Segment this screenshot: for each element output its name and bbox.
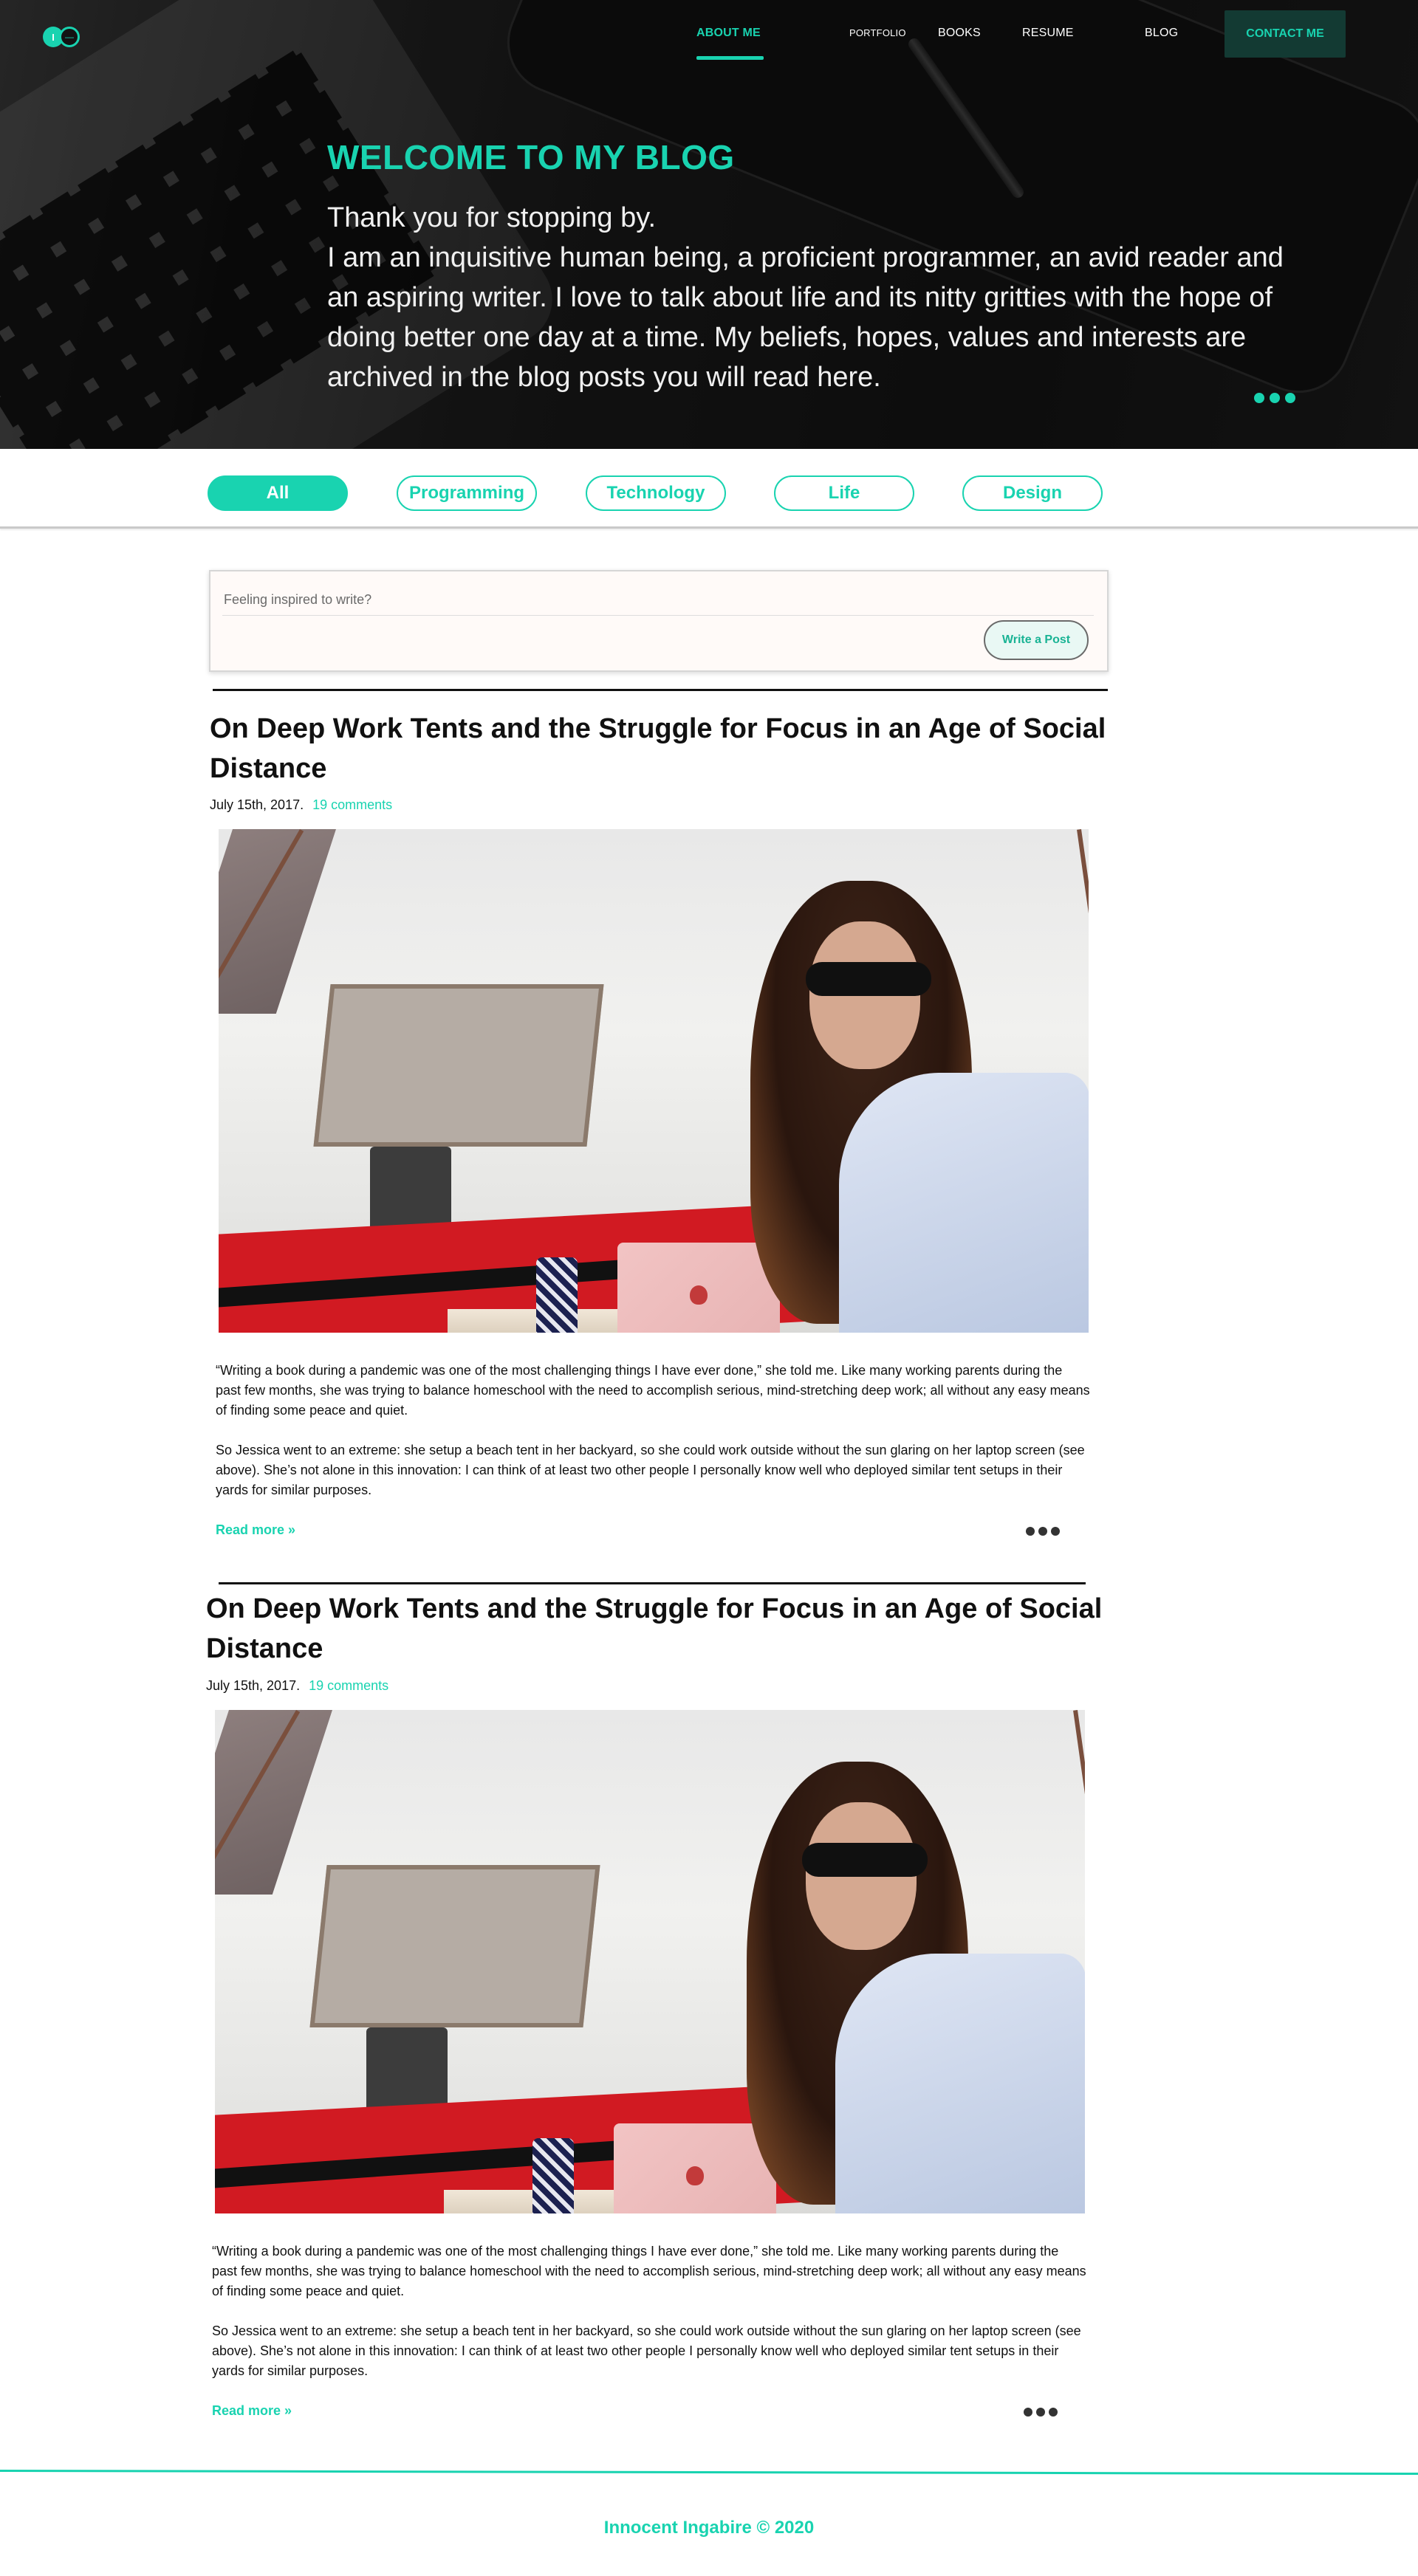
- logo-mark: —: [59, 27, 80, 47]
- post-composer-input[interactable]: [222, 585, 1094, 616]
- nav-blog[interactable]: BLOG: [1145, 27, 1178, 40]
- post-paragraph: So Jessica went to an extreme: she setup…: [212, 2323, 1081, 2378]
- nav-about-me[interactable]: ABOUT ME: [696, 27, 761, 40]
- filter-design[interactable]: Design: [962, 475, 1103, 511]
- nav-active-underline: [696, 56, 764, 60]
- nav-books[interactable]: BOOKS: [938, 27, 981, 40]
- site-logo[interactable]: I —: [43, 24, 87, 50]
- post-date: July 15th, 2017.: [206, 1678, 301, 1693]
- post-meta: July 15th, 2017. 19 comments: [210, 797, 392, 813]
- post-date: July 15th, 2017.: [210, 797, 304, 812]
- read-more-link[interactable]: Read more »: [212, 2403, 292, 2419]
- post-comments-link[interactable]: 19 comments: [309, 1678, 388, 1693]
- filter-life[interactable]: Life: [774, 475, 914, 511]
- hero-intro-line1: Thank you for stopping by.: [327, 202, 656, 233]
- category-filter-bar: All Programming Technology Life Design: [0, 449, 1418, 529]
- nav-portfolio[interactable]: PORTFOLIO: [849, 27, 906, 38]
- post-options-icon[interactable]: [1024, 2408, 1058, 2417]
- write-post-button[interactable]: Write a Post: [984, 620, 1089, 660]
- post-comments-link[interactable]: 19 comments: [312, 797, 392, 812]
- filter-programming[interactable]: Programming: [397, 475, 537, 511]
- post-excerpt: “Writing a book during a pandemic was on…: [212, 2242, 1087, 2381]
- contact-me-button[interactable]: CONTACT ME: [1225, 10, 1346, 58]
- hero-intro-line2: I am an inquisitive human being, a profi…: [327, 242, 1284, 393]
- footer-copyright: Innocent Ingabire © 2020: [603, 2518, 815, 2538]
- read-more-link[interactable]: Read more »: [216, 1522, 295, 1538]
- post-image[interactable]: [215, 1710, 1085, 2213]
- post-paragraph: “Writing a book during a pandemic was on…: [216, 1363, 1090, 1418]
- post-image[interactable]: [219, 829, 1089, 1333]
- filter-all[interactable]: All: [208, 475, 348, 511]
- post-composer: Write a Post: [209, 570, 1109, 672]
- post-paragraph: “Writing a book during a pandemic was on…: [212, 2244, 1086, 2298]
- post-title[interactable]: On Deep Work Tents and the Struggle for …: [206, 1589, 1129, 1669]
- post-paragraph: So Jessica went to an extreme: she setup…: [216, 1443, 1085, 1497]
- hero-banner: I — ABOUT ME PORTFOLIO BOOKS RESUME BLOG…: [0, 0, 1418, 449]
- post-options-icon[interactable]: [1026, 1527, 1060, 1536]
- nav-resume[interactable]: RESUME: [1022, 27, 1074, 40]
- divider: [219, 1582, 1086, 1584]
- post-meta: July 15th, 2017. 19 comments: [206, 1678, 388, 1694]
- footer-divider: [0, 2470, 1418, 2476]
- divider: [213, 689, 1108, 691]
- post-title[interactable]: On Deep Work Tents and the Struggle for …: [210, 709, 1133, 789]
- post-excerpt: “Writing a book during a pandemic was on…: [216, 1361, 1091, 1500]
- filter-technology[interactable]: Technology: [586, 475, 726, 511]
- hero-more-icon[interactable]: [1254, 393, 1295, 403]
- hero-title: WELCOME TO MY BLOG: [327, 138, 735, 176]
- hero-intro: Thank you for stopping by. I am an inqui…: [327, 198, 1309, 397]
